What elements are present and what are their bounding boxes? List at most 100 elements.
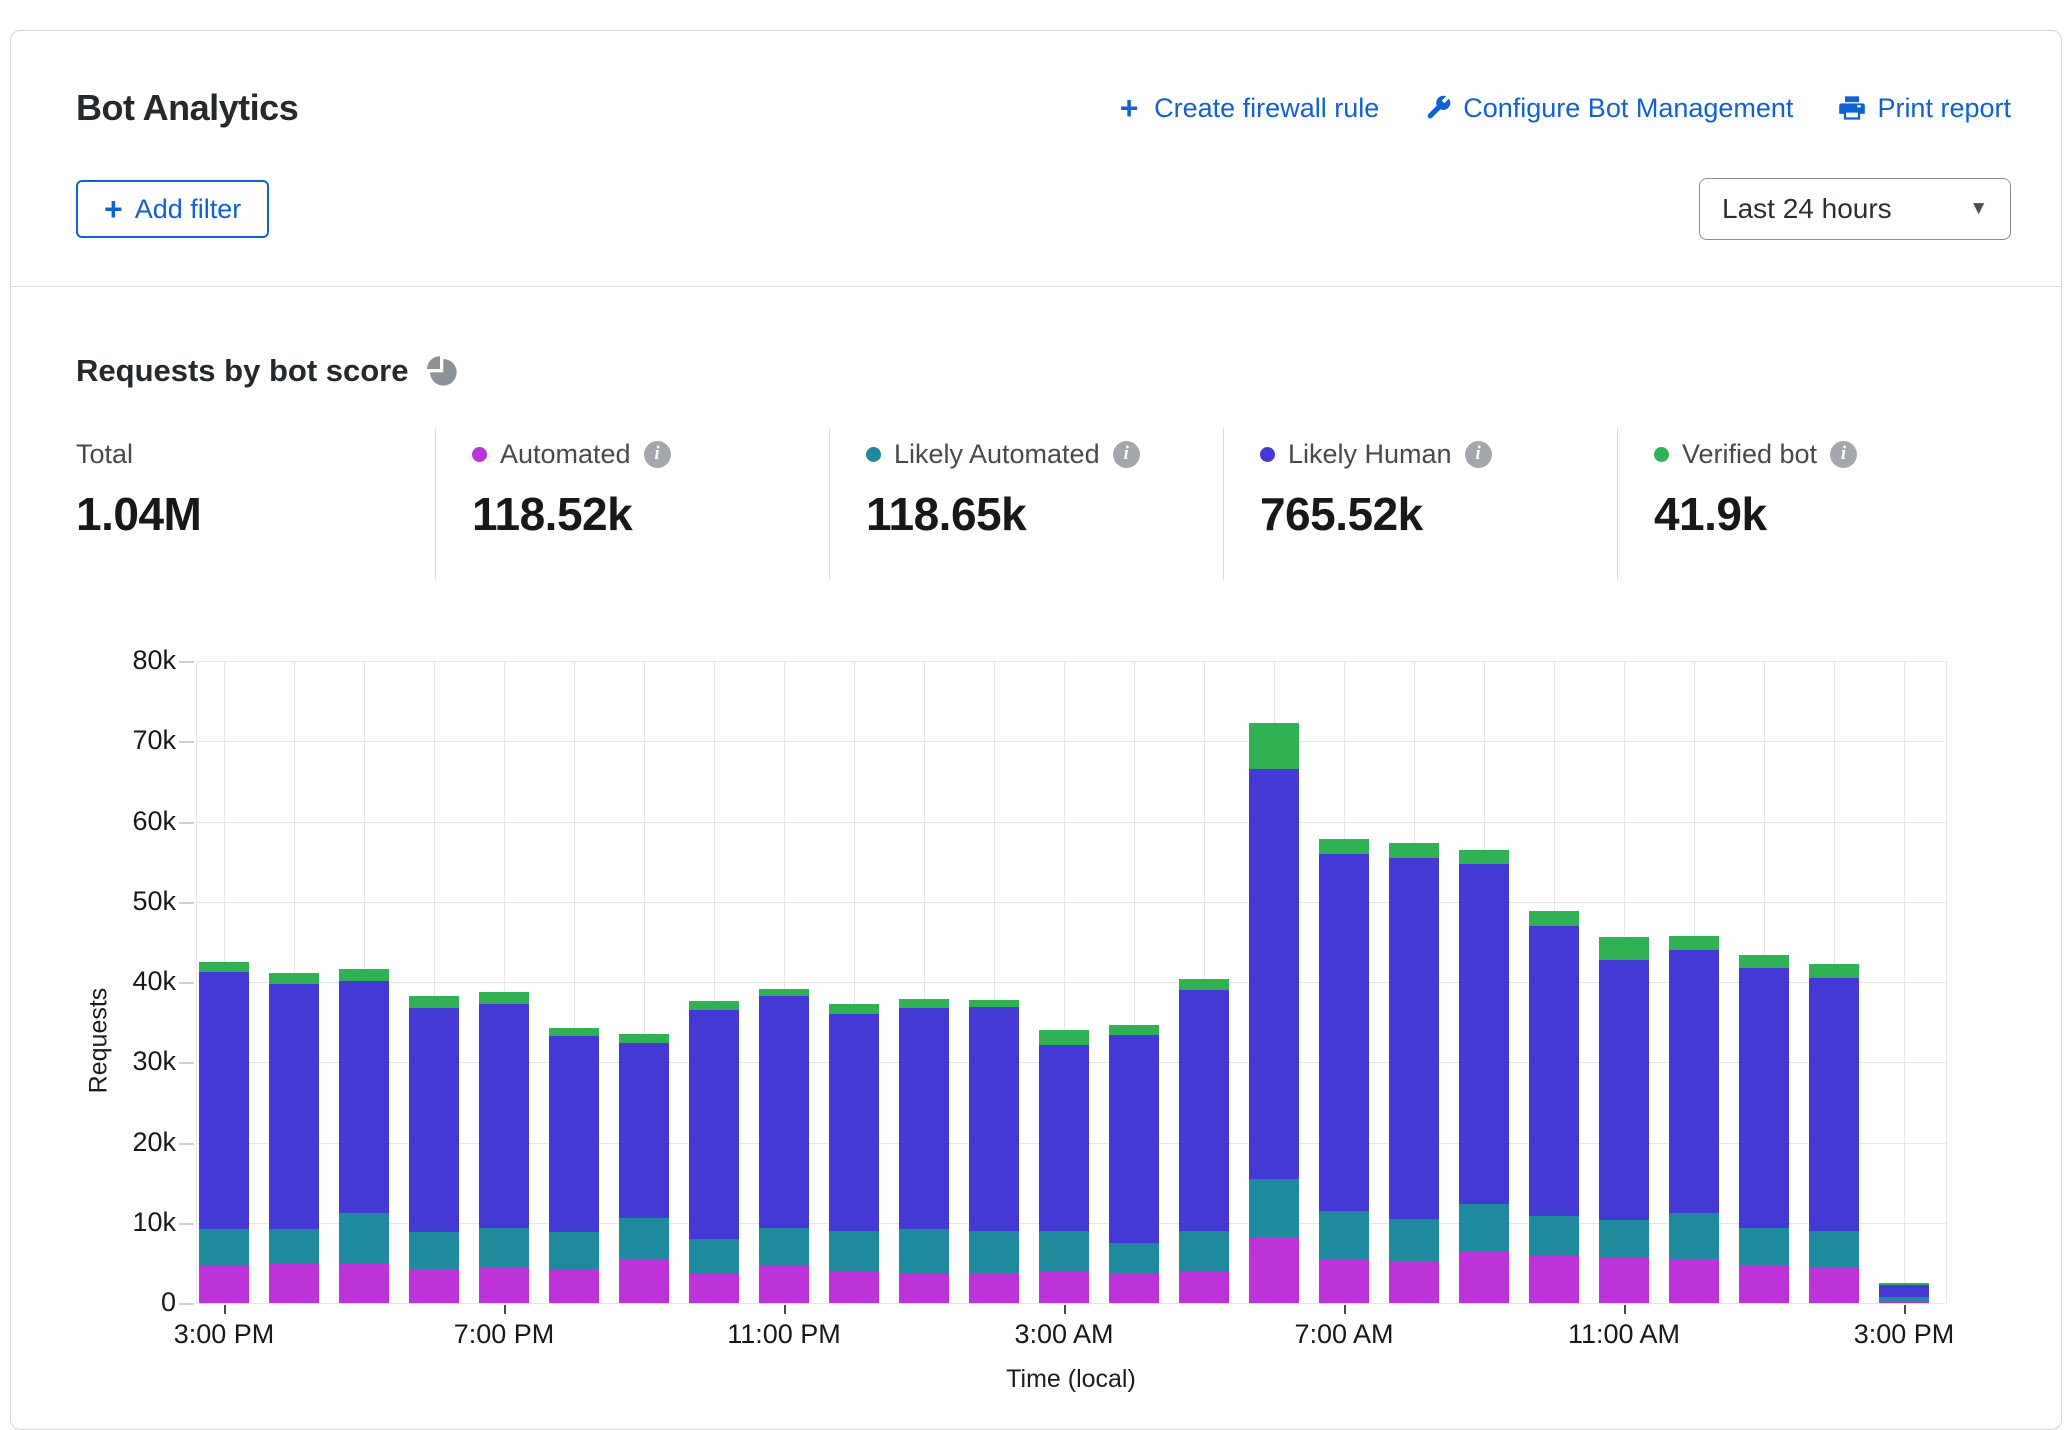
configure-bot-management-link[interactable]: Configure Bot Management bbox=[1423, 93, 1793, 124]
bar-segment-verified-bot[interactable] bbox=[1109, 1025, 1159, 1035]
bar-segment-verified-bot[interactable] bbox=[1669, 936, 1719, 950]
stacked-bar-600am[interactable] bbox=[1249, 723, 1299, 1303]
bar-segment-verified-bot[interactable] bbox=[1459, 850, 1509, 864]
bar-segment-automated[interactable] bbox=[479, 1267, 529, 1303]
stacked-bar-500am[interactable] bbox=[1179, 979, 1229, 1303]
bar-segment-likely-human[interactable] bbox=[1319, 854, 1369, 1211]
stacked-bar-1000pm[interactable] bbox=[689, 1001, 739, 1303]
bar-segment-verified-bot[interactable] bbox=[199, 962, 249, 972]
bar-segment-automated[interactable] bbox=[1529, 1256, 1579, 1303]
bar-segment-automated[interactable] bbox=[1109, 1273, 1159, 1303]
stacked-bar-1100pm[interactable] bbox=[759, 989, 809, 1303]
stacked-bar-600pm[interactable] bbox=[409, 996, 459, 1303]
bar-segment-likely-human[interactable] bbox=[1249, 769, 1299, 1179]
info-icon[interactable]: i bbox=[644, 441, 671, 468]
bar-segment-automated[interactable] bbox=[1879, 1301, 1929, 1303]
bar-segment-automated[interactable] bbox=[1599, 1258, 1649, 1303]
bar-segment-likely-human[interactable] bbox=[829, 1014, 879, 1231]
bar-segment-likely-automated[interactable] bbox=[1599, 1220, 1649, 1258]
bar-segment-likely-human[interactable] bbox=[1739, 968, 1789, 1228]
print-report-link[interactable]: Print report bbox=[1837, 93, 2011, 124]
bar-segment-automated[interactable] bbox=[199, 1266, 249, 1303]
bar-segment-verified-bot[interactable] bbox=[689, 1001, 739, 1010]
bar-segment-automated[interactable] bbox=[1319, 1260, 1369, 1303]
bar-segment-automated[interactable] bbox=[969, 1273, 1019, 1303]
bar-segment-verified-bot[interactable] bbox=[829, 1004, 879, 1014]
bar-segment-likely-human[interactable] bbox=[619, 1043, 669, 1218]
bar-segment-likely-automated[interactable] bbox=[1039, 1231, 1089, 1272]
stacked-bar-300am[interactable] bbox=[1039, 1030, 1089, 1303]
bar-segment-verified-bot[interactable] bbox=[1389, 843, 1439, 858]
bar-segment-likely-automated[interactable] bbox=[619, 1218, 669, 1260]
bar-segment-likely-human[interactable] bbox=[689, 1010, 739, 1239]
bar-segment-verified-bot[interactable] bbox=[269, 973, 319, 983]
stacked-bar-500pm[interactable] bbox=[339, 969, 389, 1303]
bar-segment-likely-automated[interactable] bbox=[479, 1228, 529, 1267]
bar-segment-automated[interactable] bbox=[1249, 1237, 1299, 1303]
bar-segment-likely-human[interactable] bbox=[339, 981, 389, 1213]
stacked-bar-100pm[interactable] bbox=[1739, 955, 1789, 1303]
bar-segment-verified-bot[interactable] bbox=[1599, 937, 1649, 960]
bar-segment-likely-human[interactable] bbox=[1039, 1045, 1089, 1231]
bar-segment-verified-bot[interactable] bbox=[409, 996, 459, 1008]
bar-segment-likely-automated[interactable] bbox=[339, 1213, 389, 1263]
bar-segment-likely-automated[interactable] bbox=[1109, 1243, 1159, 1273]
bar-segment-verified-bot[interactable] bbox=[619, 1034, 669, 1043]
bar-segment-likely-human[interactable] bbox=[899, 1008, 949, 1229]
bar-segment-likely-human[interactable] bbox=[1109, 1035, 1159, 1243]
bar-segment-likely-automated[interactable] bbox=[969, 1231, 1019, 1273]
bar-segment-verified-bot[interactable] bbox=[899, 999, 949, 1008]
stacked-bar-900pm[interactable] bbox=[619, 1034, 669, 1303]
bar-segment-likely-automated[interactable] bbox=[1529, 1216, 1579, 1256]
bar-segment-likely-human[interactable] bbox=[549, 1036, 599, 1233]
bar-segment-likely-human[interactable] bbox=[1529, 926, 1579, 1217]
info-icon[interactable]: i bbox=[1830, 441, 1857, 468]
stacked-bar-100am[interactable] bbox=[899, 999, 949, 1303]
bar-segment-likely-human[interactable] bbox=[269, 984, 319, 1230]
bar-segment-automated[interactable] bbox=[1669, 1259, 1719, 1303]
bar-segment-likely-automated[interactable] bbox=[549, 1232, 599, 1270]
stacked-bar-900am[interactable] bbox=[1459, 850, 1509, 1303]
stacked-bar-700am[interactable] bbox=[1319, 839, 1369, 1303]
bar-segment-automated[interactable] bbox=[1179, 1272, 1229, 1303]
bar-segment-likely-automated[interactable] bbox=[1319, 1211, 1369, 1260]
bar-segment-likely-human[interactable] bbox=[1599, 960, 1649, 1220]
stacked-bar-400pm[interactable] bbox=[269, 973, 319, 1303]
stacked-bar-1200am[interactable] bbox=[829, 1004, 879, 1303]
stacked-bar-300pm[interactable] bbox=[199, 962, 249, 1303]
bar-segment-verified-bot[interactable] bbox=[549, 1028, 599, 1036]
bar-segment-likely-human[interactable] bbox=[1879, 1285, 1929, 1298]
bar-segment-likely-automated[interactable] bbox=[1669, 1213, 1719, 1259]
bar-segment-likely-automated[interactable] bbox=[899, 1229, 949, 1274]
bar-segment-verified-bot[interactable] bbox=[339, 969, 389, 981]
bar-segment-likely-automated[interactable] bbox=[1249, 1179, 1299, 1237]
bar-segment-likely-human[interactable] bbox=[759, 996, 809, 1227]
bar-segment-likely-human[interactable] bbox=[199, 972, 249, 1229]
info-icon[interactable]: i bbox=[1465, 441, 1492, 468]
bar-segment-automated[interactable] bbox=[759, 1266, 809, 1303]
bar-segment-automated[interactable] bbox=[829, 1272, 879, 1303]
bar-segment-automated[interactable] bbox=[899, 1274, 949, 1303]
stacked-bar-1200pm[interactable] bbox=[1669, 936, 1719, 1303]
bar-segment-likely-automated[interactable] bbox=[199, 1229, 249, 1266]
bar-segment-automated[interactable] bbox=[689, 1274, 739, 1303]
bar-segment-likely-automated[interactable] bbox=[1739, 1228, 1789, 1266]
bar-segment-verified-bot[interactable] bbox=[1529, 911, 1579, 926]
stacked-bar-800pm[interactable] bbox=[549, 1028, 599, 1303]
bar-segment-likely-automated[interactable] bbox=[829, 1231, 879, 1272]
bar-segment-likely-human[interactable] bbox=[1389, 858, 1439, 1218]
bar-segment-verified-bot[interactable] bbox=[759, 989, 809, 996]
bar-segment-likely-human[interactable] bbox=[1809, 978, 1859, 1231]
bar-segment-likely-automated[interactable] bbox=[1179, 1231, 1229, 1272]
bar-segment-automated[interactable] bbox=[549, 1270, 599, 1303]
stacked-bar-800am[interactable] bbox=[1389, 843, 1439, 1303]
bar-segment-automated[interactable] bbox=[1039, 1272, 1089, 1303]
bar-segment-automated[interactable] bbox=[1809, 1267, 1859, 1303]
bar-segment-automated[interactable] bbox=[339, 1263, 389, 1303]
bar-segment-verified-bot[interactable] bbox=[1809, 964, 1859, 978]
bar-segment-verified-bot[interactable] bbox=[1039, 1030, 1089, 1044]
bar-segment-likely-human[interactable] bbox=[1179, 990, 1229, 1231]
stacked-bar-1100am[interactable] bbox=[1599, 937, 1649, 1303]
bar-segment-automated[interactable] bbox=[269, 1264, 319, 1303]
bar-segment-likely-human[interactable] bbox=[409, 1008, 459, 1233]
